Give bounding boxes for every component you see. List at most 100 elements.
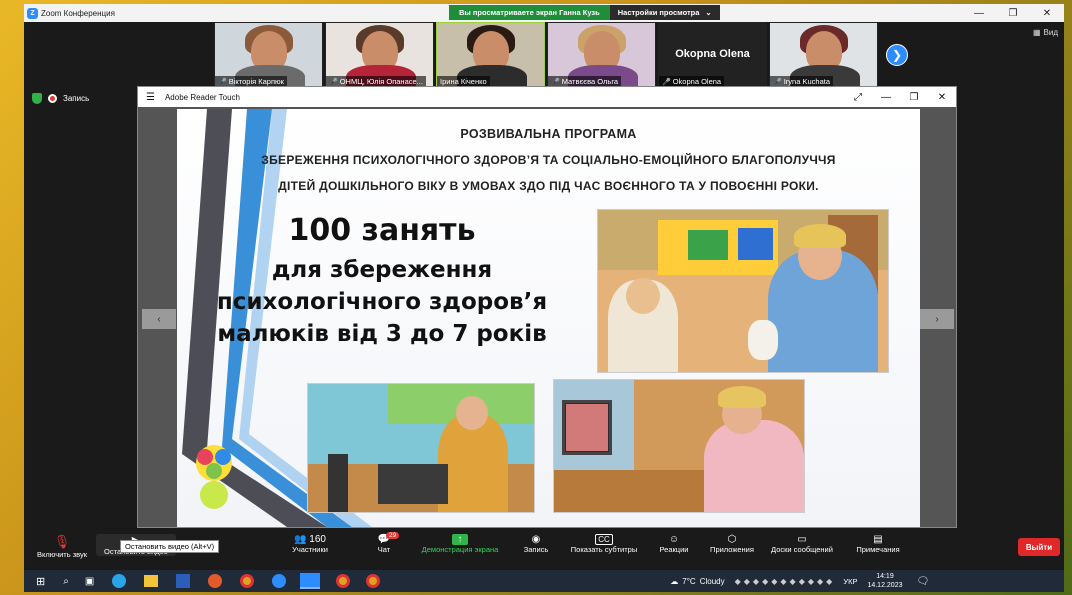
word-icon[interactable]	[176, 574, 191, 588]
participant-tile[interactable]: Ірина Кіченко	[436, 22, 545, 88]
participant-name: Okopna Olena	[672, 77, 722, 86]
apps-label: Приложения	[710, 545, 754, 554]
participant-name: Матвєєва Ольга	[561, 77, 619, 86]
chat-button[interactable]: 💬 29 Чат	[364, 532, 404, 554]
clock[interactable]: 14:19 14.12.2023	[867, 572, 902, 590]
participant-tile[interactable]: Okopna Olena 🎤 Okopna Olena	[658, 22, 767, 88]
language-indicator[interactable]: УКР	[843, 577, 857, 586]
photo-teacher-camera	[307, 383, 535, 513]
participant-name: Вікторія Карпюк	[228, 77, 284, 86]
next-participants-button[interactable]: ❯	[886, 44, 908, 66]
slide-big-number: 100 занять	[288, 213, 476, 248]
meeting-status: Запись	[32, 93, 89, 104]
photo-teacher-screen	[553, 379, 805, 513]
captions-button[interactable]: CC Показать субтитры	[564, 534, 644, 554]
slide-line-3: психологічного здоров’я	[216, 289, 548, 315]
maximize-icon[interactable]: ❐	[996, 4, 1030, 22]
mic-muted-icon: 🎤	[551, 78, 560, 86]
media-icon[interactable]	[208, 574, 223, 588]
record-icon	[48, 94, 57, 103]
participants-label: Участники	[292, 545, 328, 554]
participant-tile[interactable]: 🎤 Iryna Kuchata	[769, 22, 878, 88]
share-screen-button[interactable]: ↑ Демонстрация экрана	[416, 534, 504, 554]
participant-tile[interactable]: 🎤 Матвєєва Ольга	[547, 22, 656, 88]
zoom-taskbar-icon[interactable]	[300, 573, 321, 589]
reactions-button[interactable]: ☺ Реакции	[652, 534, 696, 554]
chat-label: Чат	[377, 545, 391, 554]
chevron-down-icon: ⌄	[705, 8, 712, 17]
weather-widget[interactable]: ☁ 7°C Cloudy	[670, 577, 724, 586]
reader-window-controls: ⤢ — ❐ ✕	[844, 87, 956, 107]
chrome-icon[interactable]	[336, 574, 351, 588]
close-icon[interactable]: ✕	[1030, 4, 1064, 22]
close-icon[interactable]: ✕	[928, 87, 956, 107]
view-label: Вид	[1043, 28, 1058, 37]
shared-reader-window: ☰ Adobe Reader Touch ⤢ — ❐ ✕ ‹ › РОЗВИВА…	[137, 86, 957, 528]
whiteboard-icon: ▭	[797, 534, 807, 545]
task-view-icon[interactable]: ▣	[85, 576, 94, 587]
file-explorer-icon[interactable]	[144, 575, 159, 587]
weather-desc: Cloudy	[699, 576, 725, 586]
mic-muted-icon: 🎤	[329, 78, 338, 86]
reader-titlebar: ☰ Adobe Reader Touch ⤢ — ❐ ✕	[138, 87, 956, 107]
notifications-icon[interactable]: 🗨	[917, 576, 930, 587]
mic-muted-icon: 🎤	[662, 78, 671, 86]
next-page-button[interactable]: ›	[920, 309, 954, 329]
photo-teacher-child	[597, 209, 889, 373]
share-banner: Вы просматриваете экран Ганна Кузь Настр…	[449, 5, 720, 20]
chrome-icon[interactable]	[240, 574, 255, 588]
windows-start-icon[interactable]: ⊞	[36, 575, 45, 588]
minimize-icon[interactable]: —	[872, 87, 900, 107]
whiteboards-button[interactable]: ▭ Доски сообщений	[762, 534, 842, 554]
view-settings-button[interactable]: Настройки просмотра ⌄	[609, 5, 720, 20]
browser-icon[interactable]	[272, 574, 287, 588]
participant-tile[interactable]: 🎤 Вікторія Карпюк	[214, 22, 323, 88]
clock-date: 14.12.2023	[867, 582, 903, 589]
prev-label: ‹	[157, 313, 161, 325]
people-icon: 👥	[294, 534, 307, 545]
cc-icon: CC	[595, 534, 613, 545]
menu-icon[interactable]: ☰	[146, 92, 155, 103]
minimize-icon[interactable]: —	[962, 4, 996, 22]
stop-video-tooltip: Остановить видео (Alt+V)	[120, 540, 220, 553]
unmute-label: Включить звук	[36, 550, 88, 559]
unmute-button[interactable]: 🎙 Включить звук	[32, 534, 92, 559]
prev-page-button[interactable]: ‹	[142, 309, 176, 329]
shield-icon[interactable]	[32, 93, 42, 104]
share-icon: ↑	[452, 534, 468, 545]
participants-button[interactable]: 👥 160 Участники	[280, 534, 340, 554]
cloud-icon: ☁	[670, 576, 679, 586]
recording-label: Запись	[63, 94, 90, 103]
grid-icon: ▦	[1032, 28, 1041, 37]
next-label: ›	[935, 313, 939, 325]
record-button[interactable]: ◉ Запись	[514, 534, 558, 554]
participant-name: Ірина Кіченко	[440, 77, 487, 86]
participant-name: ОНМЦ, Юлія Опанасе...	[339, 77, 423, 86]
slide-line-2: для збереження	[271, 257, 493, 283]
edge-icon[interactable]	[112, 574, 127, 588]
search-icon[interactable]: ⌕	[63, 576, 69, 587]
apps-button[interactable]: ⬡ Приложения	[704, 534, 760, 554]
participant-tile[interactable]: 🎤 ОНМЦ, Юлія Опанасе...	[325, 22, 434, 88]
notes-button[interactable]: ▤ Примечания	[848, 534, 908, 554]
view-button[interactable]: ▦ Вид	[1033, 28, 1058, 37]
participants-count: 160	[309, 534, 326, 545]
maximize-icon[interactable]: ❐	[900, 87, 928, 107]
participant-strip: 🎤 Вікторія Карпюк 🎤 ОНМЦ, Юлія Опанасе..…	[214, 22, 878, 88]
mic-muted-icon: 🎤	[773, 78, 782, 86]
fullscreen-icon[interactable]: ⤢	[844, 87, 872, 107]
participant-big-name: Okopna Olena	[675, 48, 750, 60]
reader-title: Adobe Reader Touch	[164, 92, 240, 102]
zoom-titlebar: Z Zoom Конференция Вы просматриваете экр…	[24, 4, 1064, 22]
leave-button[interactable]: Выйти	[1018, 538, 1060, 556]
participant-name: Iryna Kuchata	[783, 77, 830, 86]
apps-icon: ⬡	[727, 534, 737, 545]
chat-badge: 29	[386, 532, 400, 539]
mic-muted-icon: 🎙	[53, 534, 71, 549]
tray-icons[interactable]: ◆◆◆◆◆◆◆◆◆◆◆	[735, 577, 836, 586]
zoom-logo-icon: Z	[27, 7, 38, 19]
chrome-icon[interactable]	[366, 574, 381, 588]
weather-temp: 7°C	[682, 576, 696, 586]
slide-heading-1: РОЗВИВАЛЬНА ПРОГРАМА	[460, 127, 637, 141]
notes-icon: ▤	[873, 534, 883, 545]
